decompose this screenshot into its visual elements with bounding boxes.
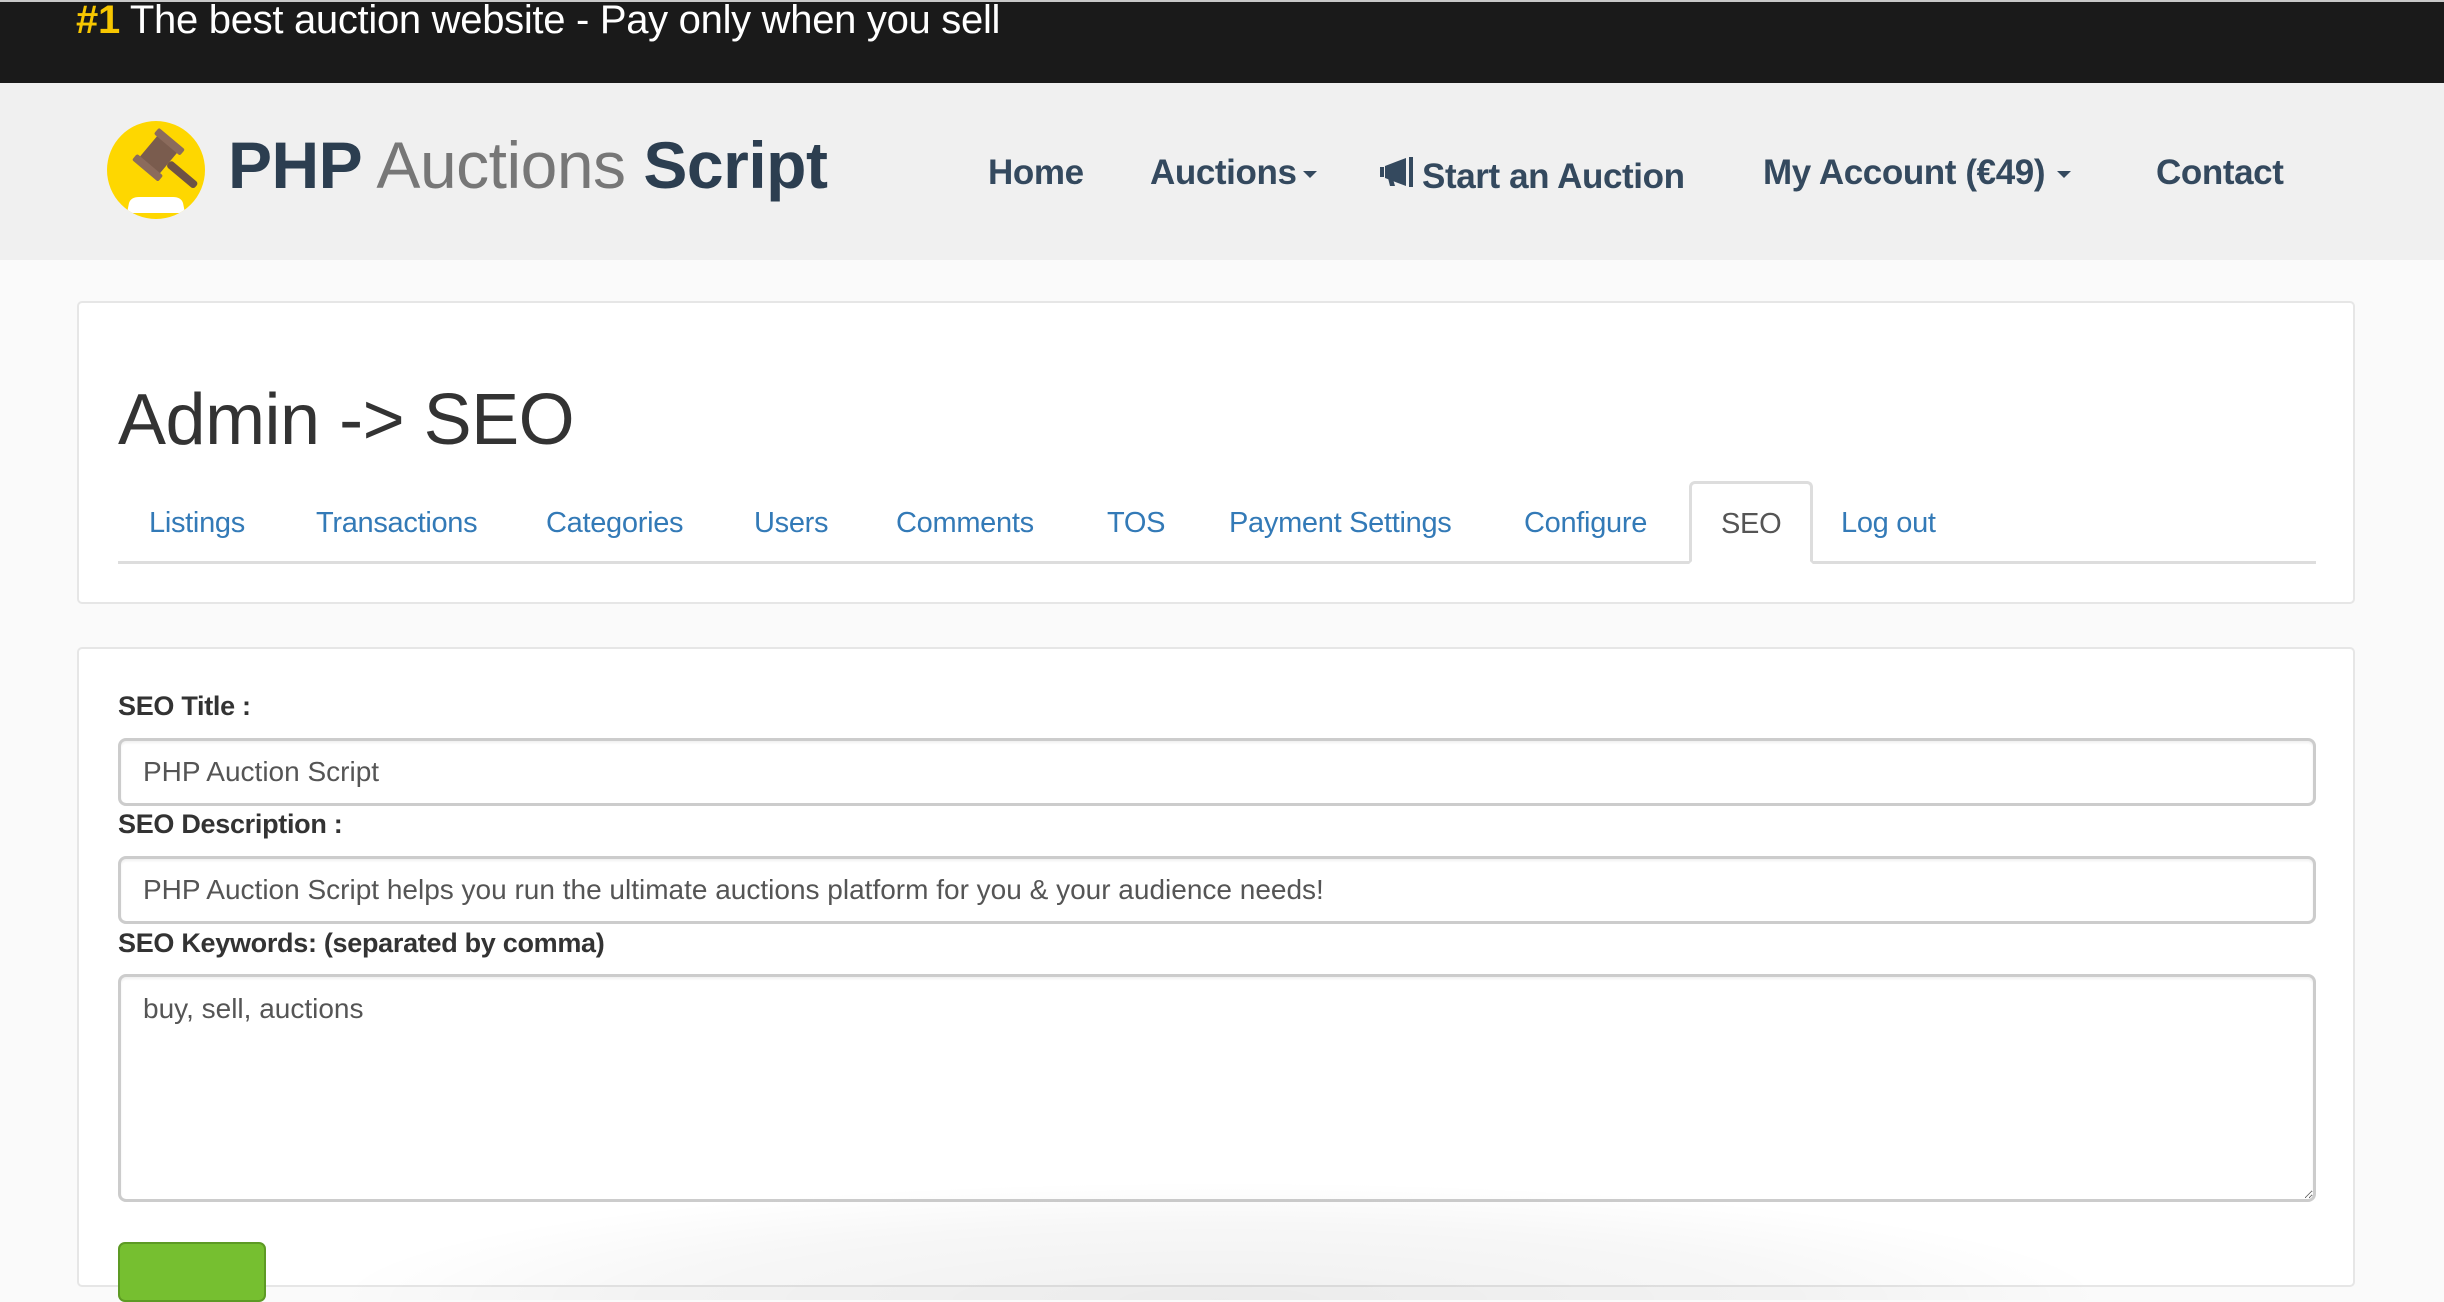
nav-contact[interactable]: Contact [2156, 145, 2284, 201]
save-button[interactable] [118, 1242, 266, 1302]
nav-start-auction-label: Start an Auction [1422, 157, 1685, 196]
promo-rank: #1 [76, 0, 120, 42]
page-title: Admin -> SEO [118, 380, 575, 460]
tab-comments[interactable]: Comments [896, 481, 1034, 564]
nav-my-account-label: My Account (€49) [1763, 153, 2046, 192]
tab-payment-settings[interactable]: Payment Settings [1229, 481, 1452, 564]
nav-auctions-dropdown[interactable]: Auctions [1150, 145, 1317, 201]
nav-home-label: Home [988, 153, 1084, 192]
admin-tabs: Listings Transactions Categories Users C… [118, 481, 2316, 564]
gavel-icon [127, 128, 198, 213]
seo-form-panel: SEO Title : SEO Description : SEO Keywor… [77, 647, 2355, 1302]
chevron-down-icon [1302, 171, 1317, 179]
nav-start-auction[interactable]: Start an Auction [1378, 149, 1685, 205]
tab-log-out[interactable]: Log out [1841, 481, 1936, 564]
tab-configure[interactable]: Configure [1524, 481, 1647, 564]
tab-transactions[interactable]: Transactions [316, 481, 478, 564]
nav-contact-label: Contact [2156, 153, 2284, 192]
tab-seo[interactable]: SEO [1689, 481, 1814, 564]
logo[interactable] [107, 121, 205, 219]
promo-tagline: The best auction website - Pay only when… [129, 0, 1001, 42]
seo-description-label: SEO Description : [118, 809, 343, 839]
brand-name[interactable]: PHP Auctions Script [228, 125, 828, 205]
chevron-down-icon [2057, 171, 2072, 179]
brand-part-auctions: Auctions [376, 128, 626, 202]
tab-categories[interactable]: Categories [546, 481, 684, 564]
promo-bar: #1 The best auction website - Pay only wh… [0, 0, 2444, 83]
seo-keywords-textarea[interactable]: buy, sell, auctions [118, 974, 2316, 1202]
brand-part-script: Script [643, 128, 828, 202]
seo-title-input[interactable] [118, 738, 2316, 806]
nav-home[interactable]: Home [988, 145, 1084, 201]
site-header: PHP Auctions Script Home Auctions Start … [0, 83, 2444, 260]
seo-description-input[interactable] [118, 856, 2316, 924]
promo-text: #1 The best auction website - Pay only wh… [76, 0, 1000, 44]
nav-auctions-label: Auctions [1150, 153, 1297, 192]
seo-keywords-label: SEO Keywords: (separated by comma) [118, 928, 605, 958]
tab-listings[interactable]: Listings [149, 481, 245, 564]
seo-title-label: SEO Title : [118, 691, 251, 721]
nav-my-account-dropdown[interactable]: My Account (€49) [1763, 145, 2072, 201]
tab-tos[interactable]: TOS [1107, 481, 1166, 564]
brand-part-php: PHP [228, 128, 363, 202]
tab-users[interactable]: Users [754, 481, 829, 564]
megaphone-icon [1378, 148, 1416, 204]
admin-header-panel: Admin -> SEO Listings Transactions Categ… [77, 301, 2355, 604]
